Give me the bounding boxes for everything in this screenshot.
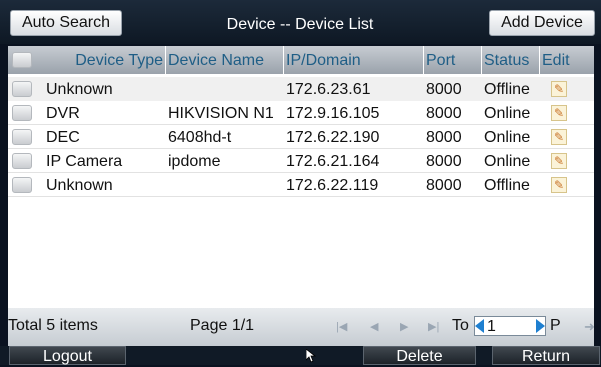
port-cell: 8000 xyxy=(426,81,462,98)
increment-arrow-icon[interactable] xyxy=(536,319,545,333)
decrement-arrow-icon[interactable] xyxy=(475,319,484,333)
status-cell: Online xyxy=(484,129,531,146)
edit-pencil-icon[interactable]: ✎ xyxy=(551,153,567,169)
port-cell: 8000 xyxy=(426,177,462,194)
edit-pencil-icon[interactable]: ✎ xyxy=(551,81,567,97)
device-name-cell xyxy=(168,173,282,197)
status-cell: Offline xyxy=(484,177,530,194)
delete-button[interactable]: Delete xyxy=(363,346,476,365)
device-type-cell: DVR xyxy=(46,105,80,122)
port-cell: 8000 xyxy=(426,129,462,146)
ip-cell: 172.6.22.119 xyxy=(286,177,379,194)
ip-cell: 172.6.21.164 xyxy=(286,153,380,170)
device-name-cell xyxy=(168,77,282,101)
device-table: Device Type Device Name IP/Domain Port S… xyxy=(8,46,595,346)
next-page-icon[interactable]: ▶ xyxy=(400,317,408,337)
to-label: To xyxy=(452,317,469,334)
row-checkbox[interactable] xyxy=(12,177,32,193)
mouse-cursor-icon xyxy=(306,349,316,363)
edit-pencil-icon[interactable]: ✎ xyxy=(551,129,567,145)
device-name-cell: HIKVISION N1 xyxy=(168,105,274,122)
edit-pencil-icon[interactable]: ✎ xyxy=(551,105,567,121)
ip-cell: 172.6.23.61 xyxy=(286,81,371,98)
page-suffix-label: P xyxy=(550,317,561,334)
column-header-status[interactable]: Status xyxy=(482,46,540,74)
prev-page-icon[interactable]: ◀ xyxy=(370,317,378,337)
status-cell: Online xyxy=(484,105,531,122)
row-checkbox[interactable] xyxy=(12,81,32,97)
page-number-value: 1 xyxy=(487,318,496,335)
first-page-icon[interactable]: |◀ xyxy=(336,317,347,337)
port-cell: 8000 xyxy=(426,153,462,170)
row-checkbox[interactable] xyxy=(12,129,32,145)
table-header: Device Type Device Name IP/Domain Port S… xyxy=(8,46,594,74)
device-name-cell: 6408hd-t xyxy=(168,129,232,146)
page-indicator: Page 1/1 xyxy=(190,317,255,334)
column-header-device-name[interactable]: Device Name xyxy=(166,46,284,74)
go-icon[interactable]: ➜ xyxy=(584,317,595,337)
select-all-checkbox[interactable] xyxy=(12,52,32,68)
column-header-device-type[interactable]: Device Type xyxy=(34,46,166,74)
ip-cell: 172.6.22.190 xyxy=(286,129,380,146)
logout-button[interactable]: Logout xyxy=(9,346,126,365)
page-number-input[interactable]: 1 xyxy=(474,316,546,336)
ip-cell: 172.9.16.105 xyxy=(286,105,380,122)
status-cell: Offline xyxy=(484,81,530,98)
table-row[interactable]: DVR HIKVISION N1 172.9.16.105 8000 Onlin… xyxy=(8,101,594,125)
column-header-port[interactable]: Port xyxy=(424,46,482,74)
device-name-cell: ipdome xyxy=(168,153,221,170)
device-type-cell: Unknown xyxy=(46,81,113,98)
table-row[interactable]: Unknown 172.6.22.119 8000 Offline ✎ xyxy=(8,173,594,197)
bottom-bar: Logout Delete Return xyxy=(0,346,601,365)
edit-pencil-icon[interactable]: ✎ xyxy=(551,177,567,193)
return-button[interactable]: Return xyxy=(492,346,600,365)
table-row[interactable]: Unknown 172.6.23.61 8000 Offline ✎ xyxy=(8,77,594,101)
port-cell: 8000 xyxy=(426,105,462,122)
device-type-cell: DEC xyxy=(46,129,80,146)
device-type-cell: IP Camera xyxy=(46,153,123,170)
page-title: Device -- Device List xyxy=(226,16,374,33)
row-checkbox[interactable] xyxy=(12,105,32,121)
column-header-ip-domain[interactable]: IP/Domain xyxy=(284,46,424,74)
table-row[interactable]: IP Camera ipdome 172.6.21.164 8000 Onlin… xyxy=(8,149,594,173)
add-device-button[interactable]: Add Device xyxy=(489,10,595,36)
total-items-label: Total 5 items xyxy=(8,317,98,334)
table-row[interactable]: DEC 6408hd-t 172.6.22.190 8000 Online ✎ xyxy=(8,125,594,149)
pagination-bar: Total 5 items Page 1/1 |◀ ◀ ▶ ▶| To 1 P … xyxy=(8,308,595,346)
column-header-edit: Edit xyxy=(542,52,570,69)
status-cell: Online xyxy=(484,153,531,170)
device-type-cell: Unknown xyxy=(46,177,113,194)
auto-search-button[interactable]: Auto Search xyxy=(10,10,122,36)
row-checkbox[interactable] xyxy=(12,153,32,169)
last-page-icon[interactable]: ▶| xyxy=(428,317,439,337)
